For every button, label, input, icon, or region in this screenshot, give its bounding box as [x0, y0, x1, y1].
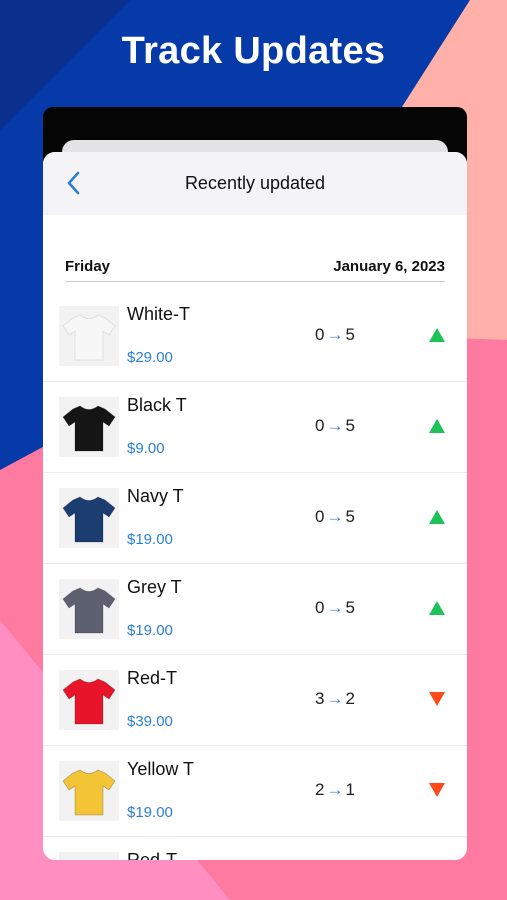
- tshirt-image: [59, 306, 119, 366]
- tshirt-image: [59, 670, 119, 730]
- arrow-right-icon: →: [326, 507, 344, 526]
- quantity-from: 0: [315, 598, 325, 617]
- list-item[interactable]: Black T $9.00 0 → 5: [43, 382, 467, 473]
- product-name: Black T: [127, 395, 187, 415]
- product-name: Red-T: [127, 668, 178, 688]
- quantity-from: 0: [315, 416, 325, 435]
- tshirt-image: [59, 761, 119, 821]
- triangle-up-icon: [429, 510, 445, 524]
- quantity-change: 2 → 1: [315, 780, 355, 800]
- section-date: January 6, 2023: [333, 258, 445, 275]
- product-name: White-T: [127, 304, 190, 324]
- quantity-change: 0 → 5: [315, 325, 355, 345]
- product-name: Red-T: [127, 850, 178, 860]
- section-day: Friday: [65, 258, 111, 275]
- quantity-from: 3: [315, 689, 325, 708]
- triangle-up-icon: [429, 601, 445, 615]
- triangle-down-icon: [429, 783, 445, 797]
- quantity-from: 2: [315, 780, 325, 799]
- list-item[interactable]: Grey T $19.00 0 → 5: [43, 564, 467, 655]
- quantity-to: 2: [345, 689, 355, 708]
- navigation-bar: Recently updated: [43, 152, 467, 215]
- list-item[interactable]: Red-T: [43, 837, 467, 860]
- product-list: White-T $29.00 0 → 5 Black T $9.00 0 → 5 Navy T $19…: [43, 291, 467, 860]
- product-price: $9.00: [127, 440, 165, 457]
- quantity-change: 0 → 5: [315, 598, 355, 618]
- arrow-right-icon: →: [326, 598, 344, 617]
- quantity-to: 5: [345, 325, 355, 344]
- product-name: Navy T: [127, 486, 184, 506]
- triangle-up-icon: [429, 328, 445, 342]
- product-price: $19.00: [127, 531, 173, 548]
- tshirt-image: [59, 852, 119, 860]
- quantity-from: 0: [315, 325, 325, 344]
- tshirt-image: [59, 397, 119, 457]
- quantity-change: 0 → 5: [315, 507, 355, 527]
- product-price: $29.00: [127, 349, 173, 366]
- quantity-change: 0 → 5: [315, 416, 355, 436]
- triangle-up-icon: [429, 419, 445, 433]
- list-item[interactable]: Red-T $39.00 3 → 2: [43, 655, 467, 746]
- arrow-right-icon: →: [326, 780, 344, 799]
- list-item[interactable]: White-T $29.00 0 → 5: [43, 291, 467, 382]
- quantity-to: 5: [345, 507, 355, 526]
- arrow-right-icon: →: [326, 325, 344, 344]
- headline: Track Updates: [121, 30, 386, 72]
- product-name: Grey T: [127, 577, 182, 597]
- tshirt-image: [59, 488, 119, 548]
- recently-updated-sheet: Recently updated Friday January 6, 2023 …: [43, 152, 467, 860]
- product-price: $19.00: [127, 622, 173, 639]
- quantity-from: 0: [315, 507, 325, 526]
- quantity-to: 5: [345, 416, 355, 435]
- quantity-change: 3 → 2: [315, 689, 355, 709]
- triangle-down-icon: [429, 692, 445, 706]
- arrow-right-icon: →: [326, 416, 344, 435]
- quantity-to: 1: [345, 780, 355, 799]
- section-header: Friday January 6, 2023: [65, 255, 445, 282]
- product-name: Yellow T: [127, 759, 195, 779]
- arrow-right-icon: →: [326, 689, 344, 708]
- product-price: $39.00: [127, 713, 173, 730]
- tshirt-image: [59, 579, 119, 639]
- list-item[interactable]: Navy T $19.00 0 → 5: [43, 473, 467, 564]
- product-price: $19.00: [127, 804, 173, 821]
- list-item[interactable]: Yellow T $19.00 2 → 1: [43, 746, 467, 837]
- page-title: Recently updated: [184, 173, 326, 193]
- quantity-to: 5: [345, 598, 355, 617]
